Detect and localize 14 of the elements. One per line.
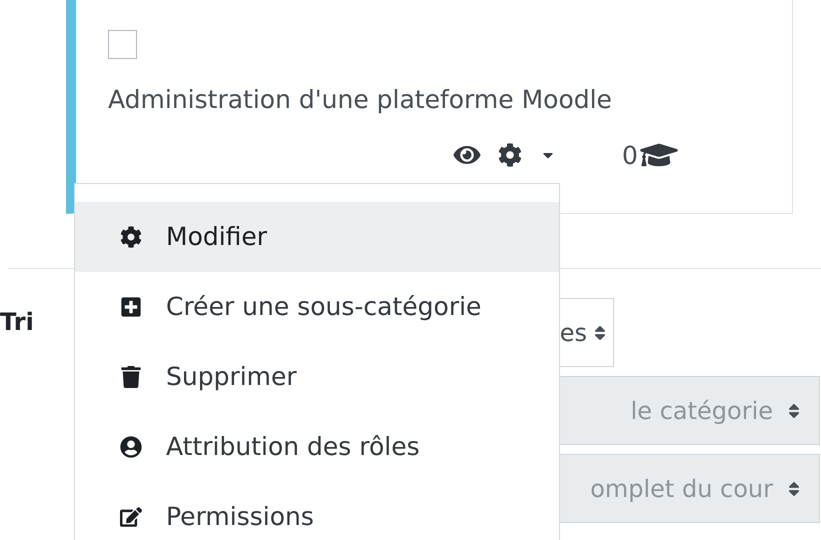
user-icon (120, 436, 142, 458)
trash-icon (120, 366, 142, 388)
gear-icon (120, 226, 142, 248)
plus-icon (120, 296, 142, 318)
sort-arrows-icon (787, 480, 801, 498)
category-checkbox[interactable] (108, 30, 137, 59)
settings-icon[interactable] (498, 143, 522, 167)
course-count: 0 (622, 142, 638, 168)
category-name[interactable]: Administration d'une plateforme Moodle (76, 87, 792, 112)
edit-icon (120, 506, 142, 528)
sort-arrows-icon (787, 402, 801, 420)
sort-label: Tri (0, 310, 34, 334)
sort-arrows-icon (593, 324, 607, 342)
menu-item[interactable]: Modifier (75, 202, 559, 272)
